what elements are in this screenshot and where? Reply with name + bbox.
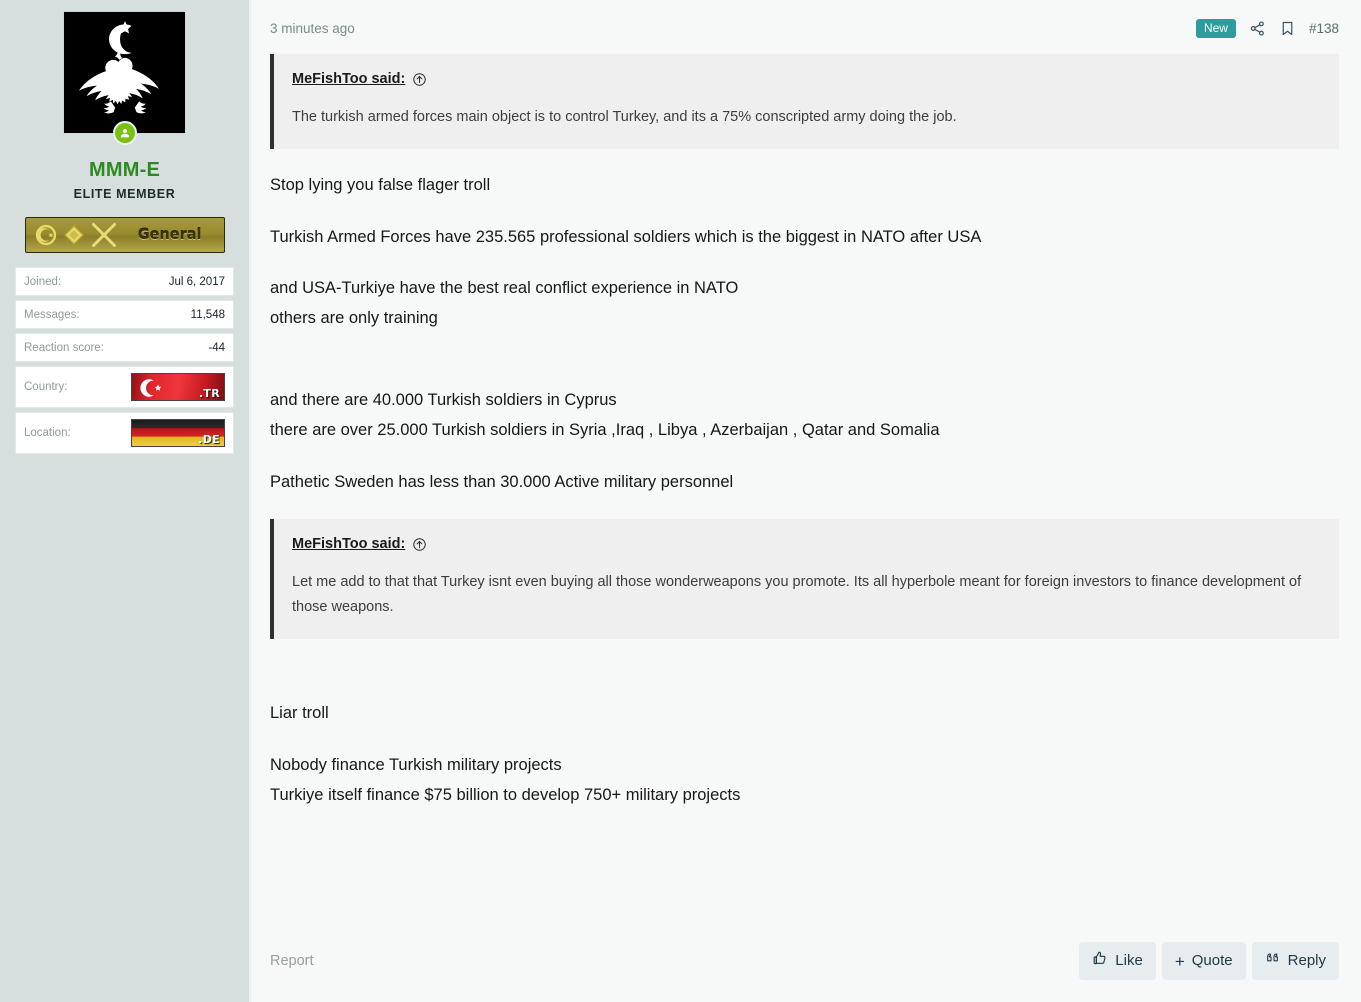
post-header: 3 minutes ago New #138: [251, 0, 1361, 38]
stat-value: Jul 6, 2017: [168, 275, 225, 288]
status-badge: New: [1195, 19, 1236, 38]
rank-badge-label: General: [137, 227, 202, 243]
crossed-swords-icon: [91, 223, 116, 247]
quote-text: The turkish armed forces main object is …: [292, 109, 957, 125]
stat-row-messages: Messages: 11,548: [15, 300, 234, 329]
quote-author-name: MeFishToo: [292, 536, 368, 553]
country-code: .TR: [198, 387, 220, 400]
avatar[interactable]: [63, 11, 186, 145]
germany-flag-icon: .DE: [131, 419, 225, 447]
report-link[interactable]: Report: [270, 953, 314, 969]
quote-said-suffix: said:: [367, 536, 406, 553]
post-paragraph: Pathetic Sweden has less than 30.000 Act…: [270, 472, 734, 491]
quote-button-label: Quote: [1191, 951, 1233, 969]
post-paragraph: and USA-Turkiye have the best real confl…: [270, 279, 739, 298]
post-paragraph: Liar troll: [270, 704, 329, 723]
quote-author-name: MeFishToo: [292, 71, 368, 87]
quote-said-suffix: said:: [367, 71, 406, 87]
quote-block: MeFishToo said: The turkish armed forces…: [270, 54, 1339, 149]
post-timestamp[interactable]: 3 minutes ago: [270, 21, 355, 36]
user-stats-list: Joined: Jul 6, 2017 Messages: 11,548 Rea…: [15, 267, 234, 458]
stat-row-location: Location: .DE: [15, 412, 234, 454]
forum-post: MMM-E ELITE MEMBER General Joined: Jul 6…: [0, 0, 1361, 1002]
plus-icon: +: [1174, 951, 1185, 971]
post-paragraph: others are only training: [270, 309, 438, 328]
user-title: ELITE MEMBER: [73, 187, 176, 201]
post-paragraph: there are over 25.000 Turkish soldiers i…: [270, 420, 940, 439]
post-paragraph: and there are 40.000 Turkish soldiers in…: [270, 391, 617, 409]
location-code: .DE: [198, 433, 220, 446]
stat-row-reaction-score: Reaction score: -44: [15, 333, 234, 362]
stat-row-country: Country: .TR: [15, 366, 234, 408]
like-button-label: Like: [1115, 951, 1143, 969]
star-crescent-icon: [35, 224, 56, 246]
stat-label: Country:: [24, 381, 68, 393]
post-paragraph: Nobody finance Turkish military projects: [270, 755, 562, 774]
post-user-sidebar: MMM-E ELITE MEMBER General Joined: Jul 6…: [0, 0, 251, 1002]
rank-badge-icons: [33, 221, 119, 249]
post-actions: Like + Quote Reply: [1079, 942, 1339, 980]
post-footer: Report Like + Quote Reply: [251, 942, 1361, 1002]
quote-block: MeFishToo said: Let me add to that that …: [270, 519, 1339, 640]
stat-value: 11,548: [190, 308, 225, 321]
quote-attribution: MeFishToo said:: [292, 71, 1321, 87]
quote-author-link[interactable]: MeFishToo said:: [292, 71, 405, 87]
post-paragraph: Turkish Armed Forces have 235.565 profes…: [270, 227, 982, 246]
thumbs-up-icon: [1092, 950, 1108, 972]
jump-to-post-icon[interactable]: [412, 537, 427, 552]
stat-row-joined: Joined: Jul 6, 2017: [15, 267, 234, 296]
quote-button[interactable]: + Quote: [1161, 942, 1246, 980]
quote-text: Let me add to that that Turkey isnt even…: [292, 574, 1302, 616]
online-user-icon: [112, 121, 137, 145]
stat-label: Location:: [24, 427, 71, 439]
bookmark-icon[interactable]: [1279, 20, 1296, 37]
reply-button[interactable]: Reply: [1251, 942, 1339, 980]
stat-label: Reaction score:: [24, 341, 104, 354]
stat-label: Messages:: [24, 308, 80, 321]
avatar-image[interactable]: [63, 11, 186, 134]
stat-label: Joined:: [24, 275, 62, 288]
turkey-flag-icon: .TR: [131, 373, 225, 401]
jump-to-post-icon[interactable]: [412, 72, 427, 87]
post-main: 3 minutes ago New #138 MeFishToo said: T…: [251, 0, 1361, 1002]
post-paragraph: Stop lying you false flager troll: [270, 175, 491, 194]
like-button[interactable]: Like: [1079, 942, 1156, 980]
quote-attribution: MeFishToo said:: [292, 536, 1321, 552]
post-paragraph: Turkiye itself finance $75 billion to de…: [270, 785, 741, 804]
quote-author-link[interactable]: MeFishToo said:: [292, 536, 405, 552]
quote-marks-icon: [1265, 950, 1281, 972]
post-header-actions: New #138: [1195, 19, 1339, 38]
diamond-icon: [63, 225, 84, 245]
stat-value: -44: [208, 341, 225, 354]
post-content: MeFishToo said: The turkish armed forces…: [251, 38, 1361, 942]
reply-button-label: Reply: [1287, 951, 1326, 969]
share-icon[interactable]: [1249, 20, 1266, 37]
post-number[interactable]: #138: [1309, 21, 1339, 36]
username[interactable]: MMM-E: [89, 159, 160, 182]
rank-badge: General: [24, 217, 225, 253]
